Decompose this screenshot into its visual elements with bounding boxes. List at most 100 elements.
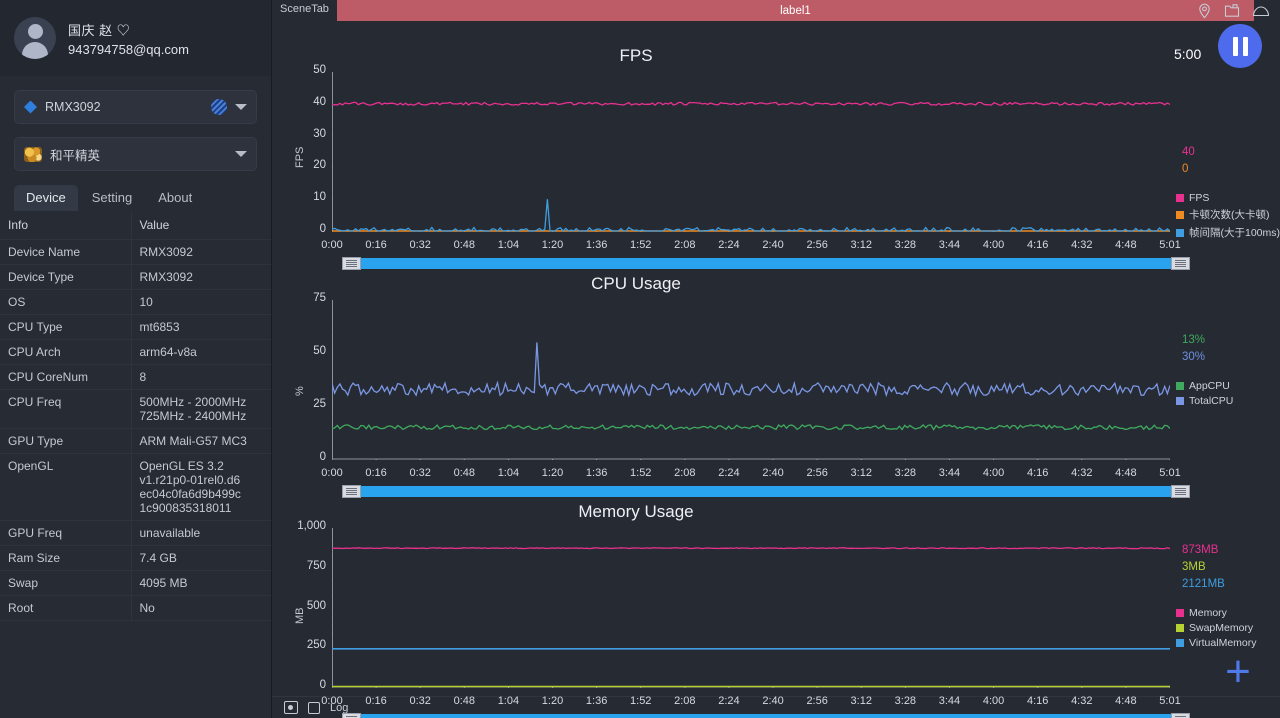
top-bar: SceneTab label1 xyxy=(272,0,1280,21)
legend-swatch-icon xyxy=(1176,624,1184,632)
timeline-range-bar[interactable] xyxy=(361,258,1171,269)
chevron-down-icon[interactable] xyxy=(235,104,247,110)
tab-device[interactable]: Device xyxy=(14,185,78,211)
cell-info: CPU Arch xyxy=(0,340,131,365)
chart-memory-usage: Memory UsageMB02505007501,0000:000:160:3… xyxy=(272,502,1280,714)
add-button[interactable]: + xyxy=(1218,654,1258,694)
timeline-grip-left[interactable] xyxy=(342,713,361,718)
timeline-grip-right[interactable] xyxy=(1171,257,1190,270)
series-line xyxy=(332,102,1170,105)
pause-button[interactable] xyxy=(1218,24,1262,68)
charts-area: FPSFPS010203040500:000:160:320:481:041:2… xyxy=(272,21,1280,696)
cell-info: GPU Type xyxy=(0,429,131,454)
legend-item[interactable]: FPS xyxy=(1176,192,1280,204)
cell-info: GPU Freq xyxy=(0,521,131,546)
folder-icon[interactable] xyxy=(1224,3,1240,18)
pause-bar-right xyxy=(1243,37,1248,56)
plot-area xyxy=(332,72,1170,231)
chart-title: FPS xyxy=(272,46,1000,66)
sidebar-tabs: Device Setting About xyxy=(0,177,271,211)
account-panel: 国庆 赵 ♡ 943794758@qq.com xyxy=(0,0,271,76)
table-row: Device NameRMX3092 xyxy=(0,240,271,265)
y-tick-label: 20 xyxy=(276,159,326,171)
chevron-down-icon[interactable] xyxy=(235,151,247,157)
cell-value: unavailable xyxy=(131,521,271,546)
chart-title: Memory Usage xyxy=(272,502,1000,522)
y-tick-label: 500 xyxy=(276,600,326,612)
table-row: GPU Frequnavailable xyxy=(0,521,271,546)
main-panel: SceneTab label1 FPSFPS010203040500:000:1… xyxy=(272,0,1280,718)
legend-item[interactable]: SwapMemory xyxy=(1176,622,1257,634)
legend-swatch-icon xyxy=(1176,229,1184,237)
device-info-table-wrapper: Info Value Device NameRMX3092Device Type… xyxy=(0,211,271,718)
legend-swatch-icon xyxy=(1176,639,1184,647)
series-line xyxy=(332,548,1170,549)
timeline-grip-left[interactable] xyxy=(342,257,361,270)
table-row: OpenGLOpenGL ES 3.2 v1.r21p0-01rel0.d6 e… xyxy=(0,454,271,521)
cell-value: 8 xyxy=(131,365,271,390)
legend-label: Memory xyxy=(1189,607,1227,619)
legend-item[interactable]: Memory xyxy=(1176,607,1257,619)
table-row: OS10 xyxy=(0,290,271,315)
device-info-table-body: Device NameRMX3092Device TypeRMX3092OS10… xyxy=(0,240,271,621)
account-name: 国庆 赵 ♡ xyxy=(68,20,189,39)
sidebar: 国庆 赵 ♡ 943794758@qq.com RMX3092 和平精英 Dev… xyxy=(0,0,272,718)
y-axis-label: % xyxy=(294,386,306,396)
legend-item[interactable]: TotalCPU xyxy=(1176,395,1233,407)
chart-timeline-scrollbar[interactable] xyxy=(342,257,1190,270)
timeline-range-bar[interactable] xyxy=(361,714,1171,718)
device-selector[interactable]: RMX3092 xyxy=(14,90,257,124)
chart-timeline-scrollbar[interactable] xyxy=(342,713,1190,718)
table-header-row: Info Value xyxy=(0,211,271,240)
location-pin-icon[interactable] xyxy=(1197,3,1212,19)
legend-item[interactable]: AppCPU xyxy=(1176,380,1233,392)
scene-tab-label[interactable]: SceneTab xyxy=(272,0,337,21)
timeline-range-bar[interactable] xyxy=(361,486,1171,497)
column-header-value: Value xyxy=(131,211,271,240)
chart-title: CPU Usage xyxy=(272,274,1000,294)
cell-info: Swap xyxy=(0,571,131,596)
cell-info: Root xyxy=(0,596,131,621)
chart-timeline-scrollbar[interactable] xyxy=(342,485,1190,498)
plot-area xyxy=(332,528,1170,687)
x-tick-label: 5:01 xyxy=(1144,695,1196,707)
cell-value: 10 xyxy=(131,290,271,315)
game-icon xyxy=(24,147,42,162)
table-row: GPU TypeARM Mali-G57 MC3 xyxy=(0,429,271,454)
cell-value: ARM Mali-G57 MC3 xyxy=(131,429,271,454)
chart-stat-value: 30% xyxy=(1182,351,1205,363)
y-tick-label: 750 xyxy=(276,560,326,572)
legend-swatch-icon xyxy=(1176,609,1184,617)
legend-item[interactable]: 帧间隔(大于100ms) xyxy=(1176,225,1280,240)
timeline-grip-right[interactable] xyxy=(1171,485,1190,498)
tab-about[interactable]: About xyxy=(146,185,204,211)
legend-swatch-icon xyxy=(1176,211,1184,219)
chart-stat-value: 13% xyxy=(1182,334,1205,346)
x-tick-label: 5:01 xyxy=(1144,239,1196,251)
selectors: RMX3092 和平精英 xyxy=(0,76,271,177)
series-line xyxy=(332,425,1170,430)
series-canvas xyxy=(332,300,1170,460)
chart-stat-value: 40 xyxy=(1182,146,1195,158)
link-icon[interactable] xyxy=(211,99,227,115)
chart-fps: FPSFPS010203040500:000:160:320:481:041:2… xyxy=(272,46,1280,258)
cell-info: CPU Type xyxy=(0,315,131,340)
camera-icon[interactable] xyxy=(284,701,298,714)
y-tick-label: 250 xyxy=(276,639,326,651)
timeline-grip-left[interactable] xyxy=(342,485,361,498)
app-selector[interactable]: 和平精英 xyxy=(14,137,257,171)
timeline-grip-right[interactable] xyxy=(1171,713,1190,718)
y-tick-label: 1,000 xyxy=(276,520,326,532)
y-tick-label: 0 xyxy=(276,223,326,235)
y-tick-label: 25 xyxy=(276,398,326,410)
chart-stat-value: 873MB xyxy=(1182,544,1218,556)
series-canvas xyxy=(332,528,1170,688)
device-info-table: Info Value Device NameRMX3092Device Type… xyxy=(0,211,271,621)
table-row: Ram Size7.4 GB xyxy=(0,546,271,571)
cloud-icon[interactable] xyxy=(1252,4,1270,18)
y-tick-label: 10 xyxy=(276,191,326,203)
tab-setting[interactable]: Setting xyxy=(80,185,144,211)
scene-label-bar[interactable]: label1 xyxy=(337,0,1254,21)
legend-item[interactable]: 卡顿次数(大卡顿) xyxy=(1176,207,1280,222)
chart-legend: AppCPU TotalCPU xyxy=(1176,380,1233,407)
